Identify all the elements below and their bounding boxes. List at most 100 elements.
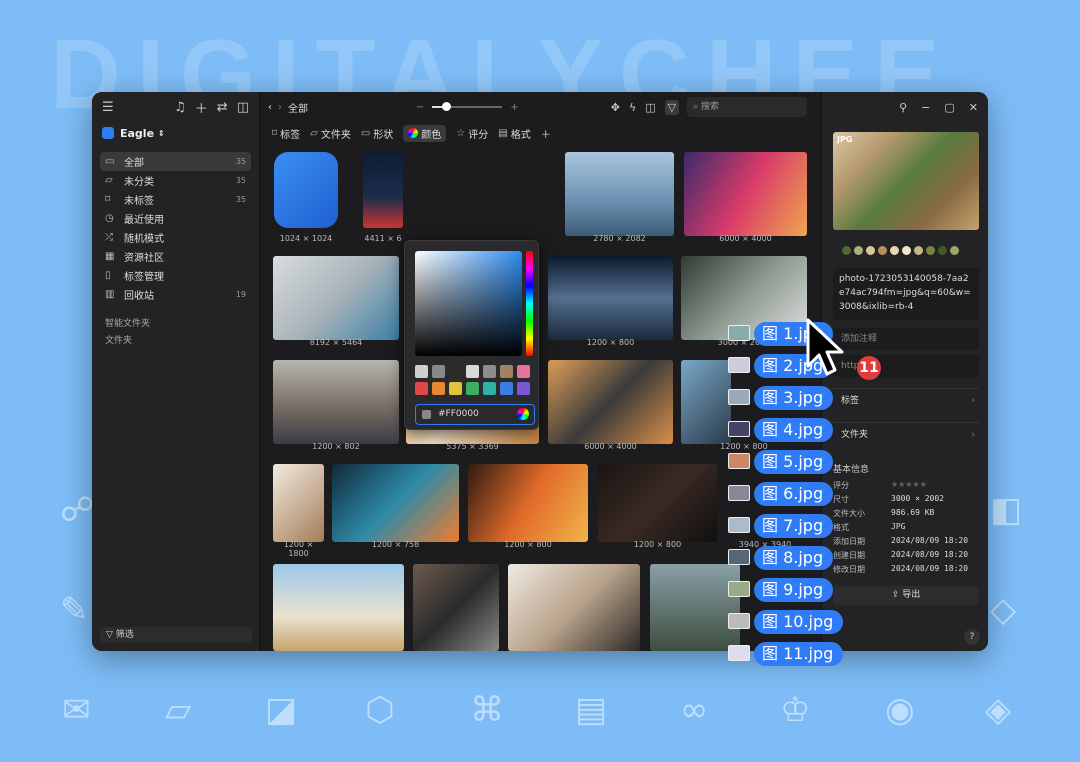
image-thumbnail[interactable] <box>650 564 740 651</box>
plus-icon[interactable]: ＋ <box>195 98 208 117</box>
color-swatch[interactable] <box>415 365 428 378</box>
color-swatch[interactable] <box>449 382 462 395</box>
format-icon: ▤ <box>498 127 508 139</box>
drag-file-item: 图 8.jpg <box>728 546 856 570</box>
sidebar-item-trash[interactable]: ▥ 回收站 19 <box>100 285 251 304</box>
color-swatch[interactable] <box>500 382 513 395</box>
saturation-value-area[interactable] <box>415 251 522 356</box>
color-swatch[interactable] <box>415 382 428 395</box>
palette-color[interactable] <box>890 246 899 255</box>
layout-icon[interactable]: ◫ <box>645 101 655 114</box>
image-thumbnail[interactable] <box>273 360 399 444</box>
hex-input[interactable]: #FF0000 <box>415 404 535 425</box>
menu-icon[interactable]: ☰ <box>102 100 114 115</box>
image-thumbnail[interactable] <box>598 464 717 542</box>
image-thumbnail[interactable] <box>548 256 673 340</box>
drag-file-label: 图 11.jpg <box>754 642 844 666</box>
image-thumbnail[interactable] <box>468 464 588 542</box>
tag-icon: ◈ <box>985 690 1012 730</box>
zoom-out-icon[interactable]: − <box>416 102 424 113</box>
filter-tags[interactable]: ⌑ 标签 <box>272 126 300 141</box>
color-swatch[interactable] <box>517 365 530 378</box>
sidebar-item-uncategorized[interactable]: ▱ 未分类 35 <box>100 171 251 190</box>
sidebar-item-random[interactable]: ⤮ 随机模式 <box>100 228 251 247</box>
drag-file-label: 图 5.jpg <box>754 450 834 474</box>
add-filter-icon[interactable]: ＋ <box>541 126 551 141</box>
image-thumbnail[interactable] <box>508 564 640 651</box>
color-swatch[interactable] <box>432 382 445 395</box>
image-thumbnail[interactable] <box>413 564 499 651</box>
color-swatch[interactable] <box>517 382 530 395</box>
image-thumbnail[interactable] <box>363 152 403 228</box>
extension-icon[interactable]: ✥ <box>611 101 620 114</box>
folders-heading[interactable]: 文件夹 <box>92 333 259 350</box>
color-swatch[interactable] <box>483 382 496 395</box>
image-thumbnail[interactable] <box>565 152 674 236</box>
zoom-in-icon[interactable]: + <box>510 102 518 113</box>
panel-icon[interactable]: ◫ <box>237 100 249 115</box>
filter-format[interactable]: ▤ 格式 <box>498 126 530 141</box>
image-thumbnail[interactable] <box>273 256 399 340</box>
image-thumbnail[interactable] <box>681 360 731 444</box>
palette-color[interactable] <box>854 246 863 255</box>
palette-color[interactable] <box>914 246 923 255</box>
filter-input[interactable]: ▽ 筛选 <box>100 627 252 643</box>
color-swatch[interactable] <box>483 365 496 378</box>
filter-folders[interactable]: ▱ 文件夹 <box>310 126 351 141</box>
sync-icon[interactable]: ⇄ <box>217 100 228 115</box>
color-wheel-icon[interactable] <box>517 408 529 420</box>
palette-color[interactable] <box>938 246 947 255</box>
search-input[interactable]: ⌕ 搜索 <box>687 97 808 117</box>
minimize-icon[interactable]: − <box>921 101 930 114</box>
sidebar-item-community[interactable]: ▦ 资源社区 <box>100 247 251 266</box>
sidebar-item-untagged[interactable]: ⌑ 未标签 35 <box>100 190 251 209</box>
sidebar-item-label: 全部 <box>124 158 144 169</box>
image-thumbnail[interactable] <box>548 360 673 444</box>
palette-color[interactable] <box>878 246 887 255</box>
image-thumbnail[interactable] <box>332 464 459 542</box>
filter-color[interactable]: 颜色 <box>403 124 447 142</box>
hue-slider[interactable] <box>526 251 533 356</box>
preview-image[interactable]: JPG <box>833 132 979 230</box>
zoom-slider-knob[interactable] <box>442 102 452 111</box>
help-button[interactable]: ? <box>964 629 980 645</box>
sidebar-item-tag-manager[interactable]: ▯ 标签管理 <box>100 266 251 285</box>
maximize-icon[interactable]: ▢ <box>944 101 954 114</box>
image-thumbnail[interactable] <box>273 564 404 651</box>
palette-color[interactable] <box>842 246 851 255</box>
color-swatch[interactable] <box>466 382 479 395</box>
file-thumbnail-icon <box>728 517 750 533</box>
color-swatch[interactable] <box>500 365 513 378</box>
image-thumbnail[interactable] <box>274 152 338 228</box>
filter-toggle-icon[interactable]: ▽ <box>664 99 680 115</box>
filter-rating[interactable]: ☆ 评分 <box>456 126 488 141</box>
drag-file-label: 图 6.jpg <box>754 482 834 506</box>
bolt-icon[interactable]: ϟ <box>629 101 636 114</box>
back-icon[interactable]: ‹ <box>268 102 272 113</box>
meta-value[interactable]: ★★★★★ <box>891 480 927 489</box>
library-switcher[interactable]: Eagle ⇕ <box>92 122 259 144</box>
zoom-slider[interactable] <box>432 102 503 111</box>
bell-icon[interactable]: ♫ <box>174 100 186 115</box>
drag-file-item: 图 4.jpg <box>728 418 856 442</box>
color-swatch[interactable] <box>449 365 462 378</box>
filter-shape[interactable]: ▭ 形状 <box>361 126 393 141</box>
palette-color[interactable] <box>866 246 875 255</box>
sidebar-item-all[interactable]: ▭ 全部 35 <box>100 152 251 171</box>
color-swatch[interactable] <box>466 365 479 378</box>
sidebar-item-recent[interactable]: ◷ 最近使用 <box>100 209 251 228</box>
file-thumbnail-icon <box>728 485 750 501</box>
filename-field[interactable]: photo-1723053140058-7aa2e74ac794fm=jpg&q… <box>833 268 979 320</box>
close-icon[interactable]: ✕ <box>969 101 978 114</box>
sidebar: ☰ ♫ ＋ ⇄ ◫ Eagle ⇕ ▭ 全部 35 ▱ 未分类 35 ⌑ 未标签 35 ◷ 最… <box>92 92 260 651</box>
palette-color[interactable] <box>926 246 935 255</box>
smart-folders-heading[interactable]: 智能文件夹 <box>92 316 259 333</box>
pin-icon[interactable]: ⚲ <box>899 101 907 114</box>
color-swatch[interactable] <box>432 365 445 378</box>
image-thumbnail[interactable] <box>273 464 324 542</box>
forward-icon[interactable]: › <box>278 102 282 113</box>
palette-color[interactable] <box>950 246 959 255</box>
image-thumbnail[interactable] <box>684 152 807 236</box>
drag-file-item: 图 10.jpg <box>728 610 856 634</box>
palette-color[interactable] <box>902 246 911 255</box>
